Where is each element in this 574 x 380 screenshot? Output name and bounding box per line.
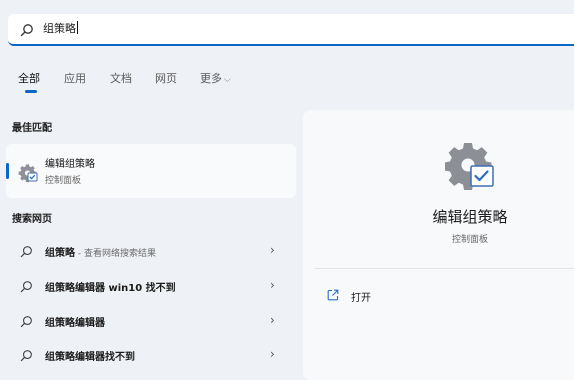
search-icon [20, 316, 32, 328]
search-bar[interactable]: 组策略 [8, 14, 574, 46]
chevron-right-icon: › [270, 278, 275, 292]
tab-all[interactable]: 全部 [18, 70, 40, 86]
web-result-hint: - 查看网络搜索结果 [75, 249, 156, 259]
active-tab-indicator [25, 90, 37, 93]
tab-more[interactable]: 更多 ⌵ [200, 70, 231, 86]
search-input[interactable]: 组策略 [43, 21, 78, 37]
search-icon [20, 24, 33, 37]
detail-panel: 编辑组策略 控制面板 打开 [303, 110, 574, 380]
best-match-heading: 最佳匹配 [12, 123, 52, 134]
open-action-label: 打开 [351, 293, 371, 304]
group-policy-icon [18, 164, 38, 183]
tab-apps[interactable]: 应用 [64, 70, 86, 86]
web-search-heading: 搜索网页 [12, 214, 52, 225]
chevron-right-icon: › [270, 313, 275, 327]
best-match-item[interactable]: 编辑组策略 控制面板 [6, 144, 296, 198]
open-action[interactable]: 打开 [323, 286, 443, 308]
open-external-icon [327, 289, 339, 301]
chevron-right-icon: › [270, 347, 275, 361]
search-icon [20, 281, 32, 293]
web-result-item[interactable]: 组策略编辑器 win10 找不到 › [8, 271, 294, 301]
best-match-subtitle: 控制面板 [45, 176, 82, 186]
web-result-query: 组策略编辑器 win10 找不到 [45, 283, 176, 294]
web-result-query: 组策略编辑器找不到 [45, 352, 135, 363]
group-policy-icon [445, 143, 494, 190]
tab-web[interactable]: 网页 [155, 70, 177, 86]
tab-documents[interactable]: 文档 [110, 70, 132, 86]
web-result-item[interactable]: 组策略编辑器 › [8, 306, 294, 336]
selection-accent [6, 163, 9, 179]
detail-title: 编辑组策略 [432, 208, 508, 226]
detail-subtitle: 控制面板 [451, 235, 488, 245]
web-result-item[interactable]: 组策略 - 查看网络搜索结果 › [8, 236, 294, 266]
web-result-query: 组策略 [45, 248, 75, 259]
text-caret [77, 21, 78, 34]
web-result-query: 组策略编辑器 [45, 318, 105, 329]
search-icon [20, 246, 32, 258]
best-match-title: 编辑组策略 [45, 159, 95, 170]
divider [315, 268, 574, 269]
chevron-down-icon: ⌵ [224, 75, 231, 85]
chevron-right-icon: › [270, 243, 275, 257]
search-icon [20, 350, 32, 362]
